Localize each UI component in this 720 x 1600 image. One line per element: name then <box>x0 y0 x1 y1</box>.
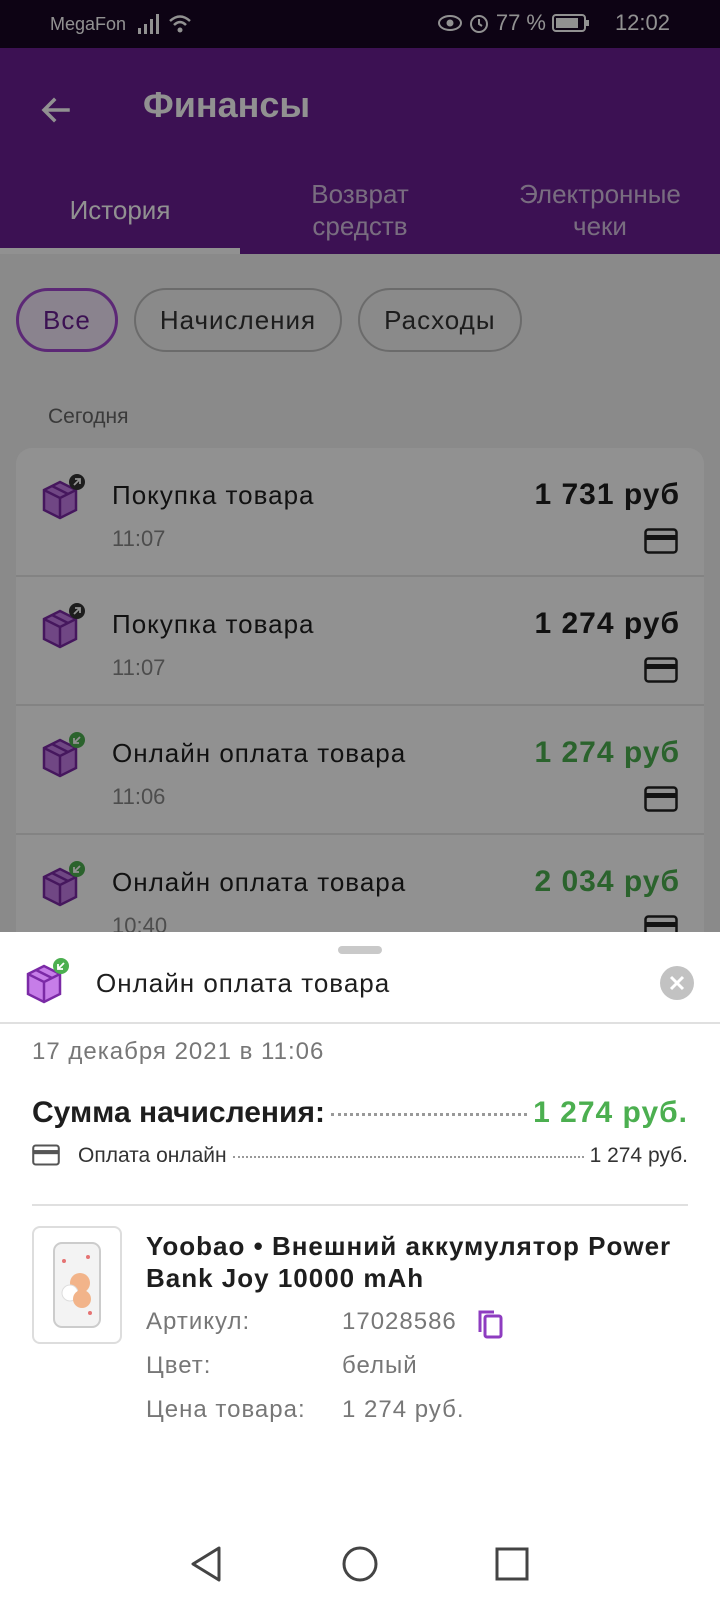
article-label: Артикул: <box>146 1308 251 1335</box>
circle-home-icon <box>342 1546 378 1582</box>
price-value: 1 274 руб. <box>342 1396 465 1423</box>
transaction-details-sheet: Онлайн оплата товара 17 декабря 2021 в 1… <box>0 932 720 1526</box>
close-button[interactable] <box>660 966 694 1000</box>
divider <box>32 1204 688 1206</box>
square-recents-icon <box>495 1547 529 1581</box>
close-icon <box>669 975 685 991</box>
sum-row: Сумма начисления: 1 274 руб. <box>32 1096 688 1130</box>
color-label: Цвет: <box>146 1352 212 1379</box>
product-name[interactable]: Yoobao • Внешний аккумулятор Power Bank … <box>146 1230 686 1294</box>
sum-label: Сумма начисления: <box>32 1096 325 1129</box>
dot-leader <box>232 1156 584 1158</box>
divider <box>0 1022 720 1024</box>
system-nav-bar <box>0 1526 720 1600</box>
dot-leader <box>330 1113 528 1116</box>
modal-scrim[interactable] <box>0 0 720 932</box>
sheet-title: Онлайн оплата товара <box>96 968 391 998</box>
nav-home-button[interactable] <box>336 1540 384 1588</box>
nav-recents-button[interactable] <box>488 1540 536 1588</box>
sum-value: 1 274 руб. <box>533 1096 688 1129</box>
payment-value: 1 274 руб. <box>589 1144 688 1167</box>
copy-icon <box>478 1310 503 1339</box>
triangle-back-icon <box>191 1546 221 1582</box>
credit-card-icon <box>32 1144 60 1166</box>
transaction-date: 17 декабря 2021 в 11:06 <box>32 1038 325 1065</box>
color-value: белый <box>342 1352 418 1379</box>
drag-handle[interactable] <box>338 946 382 954</box>
nav-back-button[interactable] <box>182 1540 230 1588</box>
article-value: 17028586 <box>342 1308 457 1335</box>
price-label: Цена товара: <box>146 1396 306 1423</box>
payment-label: Оплата онлайн <box>78 1144 227 1167</box>
product-image[interactable] <box>32 1226 122 1344</box>
package-incoming-icon <box>26 958 69 1004</box>
power-bank-image <box>53 1242 101 1328</box>
copy-article-button[interactable] <box>476 1308 504 1345</box>
payment-row: Оплата онлайн 1 274 руб. <box>32 1140 688 1168</box>
